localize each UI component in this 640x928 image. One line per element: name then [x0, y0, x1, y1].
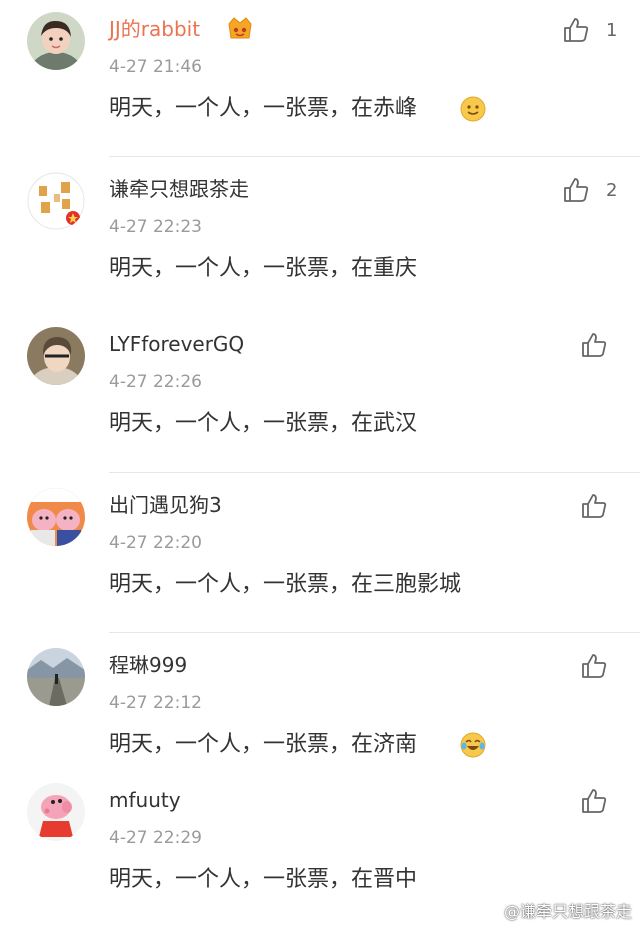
vip-crown-badge-icon: [228, 17, 252, 39]
comment-text: 明天，一个人，一张票，在晋中: [109, 867, 418, 892]
username[interactable]: 程琳999: [109, 652, 187, 678]
watermark-text: @谦牵只想跟茶走: [503, 902, 632, 921]
laugh-tears-emoji-icon: [460, 732, 486, 758]
comment-time: 4-27 22:26: [109, 372, 202, 392]
user-avatar[interactable]: [27, 783, 85, 841]
username[interactable]: mfuuty: [109, 787, 181, 813]
comment-text: 明天，一个人，一张票，在三胞影城: [109, 572, 462, 597]
comment-text: 明天，一个人，一张票，在济南: [109, 732, 418, 757]
watermark: @谦牵只想跟茶走: [478, 898, 632, 922]
user-avatar[interactable]: [27, 12, 85, 70]
comment-text: 明天，一个人，一张票，在重庆: [109, 256, 418, 281]
user-avatar[interactable]: [27, 172, 85, 230]
user-avatar[interactable]: [27, 648, 85, 706]
comment-time: 4-27 21:46: [109, 57, 202, 77]
comment-time: 4-27 22:23: [109, 217, 202, 237]
comment-time: 4-27 22:12: [109, 693, 202, 713]
thumbs-up-icon: [564, 178, 589, 202]
like-button[interactable]: [580, 648, 608, 684]
like-count: 2: [606, 179, 618, 201]
thumbs-up-icon: [582, 789, 607, 813]
smile-emoji-icon: [460, 96, 486, 122]
comment-text: 明天，一个人，一张票，在武汉: [109, 411, 418, 436]
username[interactable]: LYFforeverGQ: [109, 331, 244, 357]
divider: [109, 156, 640, 157]
weibo-icon: [478, 902, 499, 919]
like-button[interactable]: 1: [562, 12, 617, 48]
comment-text: 明天，一个人，一张票，在赤峰: [109, 96, 418, 121]
comment-time: 4-27 22:20: [109, 533, 202, 553]
comment-time: 4-27 22:29: [109, 828, 202, 848]
thumbs-up-icon: [582, 654, 607, 678]
user-avatar[interactable]: [27, 327, 85, 385]
username[interactable]: 出门遇见狗3: [109, 492, 222, 518]
like-count: 1: [606, 19, 618, 41]
divider: [109, 632, 640, 633]
like-button[interactable]: [580, 327, 608, 363]
like-button[interactable]: [580, 783, 608, 819]
like-button[interactable]: 2: [562, 172, 617, 208]
thumbs-up-icon: [564, 18, 589, 42]
username[interactable]: JJ的rabbit: [109, 16, 200, 42]
divider: [109, 472, 640, 473]
username[interactable]: 谦牵只想跟茶走: [109, 176, 249, 202]
user-avatar[interactable]: [27, 488, 85, 546]
thumbs-up-icon: [582, 494, 607, 518]
like-button[interactable]: [580, 488, 608, 524]
thumbs-up-icon: [582, 333, 607, 357]
